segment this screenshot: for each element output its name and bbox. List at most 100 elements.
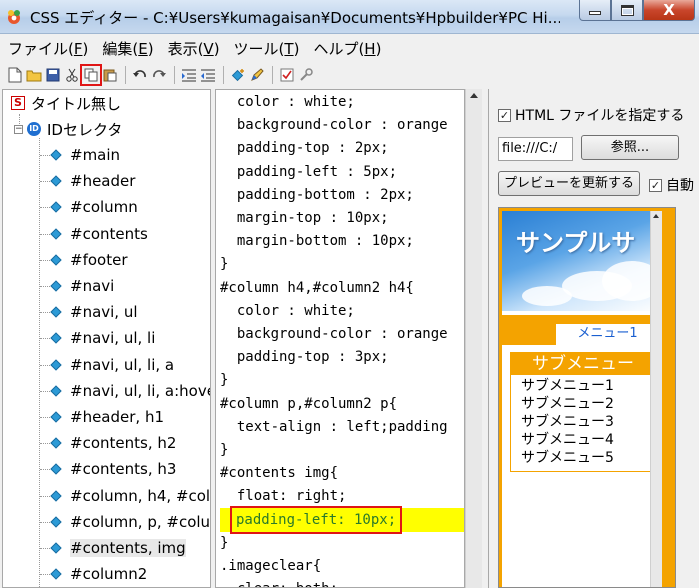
preview-scrollbar[interactable] [650, 211, 662, 587]
tree-item[interactable]: #contents, h3 [50, 456, 176, 482]
redo-icon[interactable] [150, 66, 168, 84]
editor-scrollbar[interactable] [465, 89, 482, 588]
check-icon[interactable] [278, 66, 296, 84]
code-line[interactable]: } [220, 369, 228, 392]
tree-item[interactable]: #navi, ul, li, a [50, 352, 174, 378]
menu-edit[interactable]: 編集(E) [102, 38, 153, 59]
css-code-editor[interactable]: color : white; background-color : orange… [215, 89, 465, 588]
code-line[interactable]: #column p,#column2 p{ [220, 393, 397, 416]
html-file-checkbox[interactable]: ✓ [498, 108, 511, 122]
code-line[interactable]: color : white; [220, 300, 355, 323]
code-line[interactable]: text-align : left;padding [220, 416, 448, 439]
indent-icon[interactable] [180, 66, 198, 84]
selector-diamond-icon [50, 542, 62, 554]
code-line[interactable]: color : white; [220, 91, 355, 114]
tree-item[interactable]: #contents, img [50, 535, 186, 561]
tree-item[interactable]: #header, h1 [50, 404, 164, 430]
code-line[interactable]: background-color : orange [220, 114, 448, 137]
code-line[interactable]: } [220, 253, 228, 276]
code-line[interactable]: float: right; [220, 485, 347, 508]
code-line[interactable]: #contents img{ [220, 462, 338, 485]
code-line[interactable]: } [220, 532, 228, 555]
scroll-up-icon[interactable] [470, 93, 478, 98]
selector-diamond-icon [50, 332, 62, 345]
preview-submenu-item[interactable]: サブメニュー1 [521, 378, 614, 395]
save-icon[interactable] [44, 66, 62, 84]
close-button[interactable]: X [643, 0, 695, 21]
minimize-icon [589, 11, 601, 15]
tree-item[interactable]: #navi [50, 273, 114, 299]
tree-group-label: IDセレクタ [47, 120, 123, 139]
toolbar-separator [223, 66, 224, 84]
edit-style-icon[interactable] [248, 66, 266, 84]
preview-submenu-item[interactable]: サブメニュー2 [521, 396, 614, 413]
code-line[interactable]: padding-top : 3px; [220, 346, 389, 369]
preview-nav-tab[interactable]: メニュー1 [556, 324, 659, 345]
selector-diamond-icon [50, 149, 62, 161]
code-line[interactable]: clear: both; [220, 578, 338, 587]
scroll-up-icon[interactable] [653, 214, 659, 218]
file-path-field[interactable]: file:///C:/ [498, 137, 573, 161]
cut-icon[interactable] [63, 66, 81, 84]
menu-tools[interactable]: ツール(T) [234, 38, 300, 59]
tree-root[interactable]: S タイトル無し [11, 90, 121, 116]
preview-submenu-item[interactable]: サブメニュー5 [521, 450, 614, 467]
menu-view[interactable]: 表示(V) [168, 38, 220, 59]
code-line[interactable]: margin-bottom : 10px; [220, 230, 414, 253]
cloud-shape [522, 286, 572, 306]
highlighted-code-line[interactable]: padding-left: 10px; [229, 506, 403, 534]
tree-item[interactable]: #navi, ul, li [50, 325, 155, 351]
copy-icon[interactable] [80, 64, 102, 86]
code-line[interactable]: background-color : orange [220, 323, 448, 346]
menu-file[interactable]: ファイル(F) [8, 38, 88, 59]
tree-item[interactable]: #column [50, 194, 138, 220]
paste-icon[interactable] [101, 66, 119, 84]
tree-group-id-selectors[interactable]: − ID IDセレクタ [14, 116, 122, 142]
selector-tree[interactable]: S タイトル無し − ID IDセレクタ #main #header #column… [2, 89, 211, 588]
selector-diamond-icon [50, 175, 62, 187]
outdent-icon[interactable] [199, 66, 217, 84]
code-line[interactable]: padding-bottom : 2px; [220, 184, 414, 207]
maximize-button[interactable] [611, 0, 643, 21]
code-line[interactable]: padding-top : 2px; [220, 137, 389, 160]
html-preview[interactable]: サンプルサ メニュー1 サブメニュー サブメニュー1 サブメニュー2 サブメニュ… [498, 207, 676, 588]
add-selector-icon[interactable] [229, 66, 247, 84]
preview-submenu-item[interactable]: サブメニュー4 [521, 432, 614, 449]
code-line[interactable]: } [220, 439, 228, 462]
tree-item[interactable]: #navi, ul [50, 299, 138, 325]
tree-item[interactable]: #navi, ul, li, a:hove [50, 378, 210, 404]
tree-item-label: #header, h1 [70, 408, 164, 426]
tree-item[interactable]: #contents, h2 [50, 430, 176, 456]
toolbar-separator [174, 66, 175, 84]
tree-item[interactable]: #main [50, 142, 120, 168]
toolbar-separator [125, 66, 126, 84]
code-line[interactable]: .imageclear{ [220, 555, 321, 578]
settings-wrench-icon[interactable] [297, 66, 315, 84]
preview-submenu-item[interactable]: サブメニュー3 [521, 414, 614, 431]
tree-item-label: #column2 [70, 565, 148, 584]
code-line[interactable]: margin-top : 10px; [220, 207, 389, 230]
collapse-toggle-icon[interactable]: − [14, 124, 23, 134]
minimize-button[interactable] [579, 0, 611, 21]
tree-item[interactable]: #column2 [50, 561, 147, 587]
code-line[interactable]: #column h4,#column2 h4{ [220, 277, 414, 300]
selector-diamond-icon [50, 227, 62, 240]
menu-help[interactable]: ヘルプ(H) [313, 38, 381, 59]
browse-button[interactable]: 参照... [581, 135, 679, 160]
code-line[interactable]: padding-left : 5px; [220, 161, 397, 184]
tree-item[interactable]: #header [50, 168, 135, 194]
open-folder-icon[interactable] [25, 66, 43, 84]
auto-update-checkbox[interactable]: ✓ [649, 178, 662, 192]
refresh-preview-button[interactable]: プレビューを更新する [498, 171, 640, 196]
auto-update-option[interactable]: ✓ 自動 [649, 175, 694, 195]
undo-icon[interactable] [131, 66, 149, 84]
selector-diamond-icon [50, 437, 62, 449]
preview-submenu-heading: サブメニュー [511, 353, 655, 375]
tree-item[interactable]: #footer [50, 247, 127, 273]
tree-item[interactable]: #column, h4, #colu [50, 483, 210, 509]
tree-item[interactable]: #contents [50, 221, 148, 247]
html-file-option[interactable]: ✓ HTML ファイルを指定する [498, 105, 684, 125]
new-file-icon[interactable] [6, 66, 24, 84]
tree-item-label: #navi, ul, li [70, 329, 156, 348]
tree-item[interactable]: #column, p, #colui [50, 509, 210, 535]
